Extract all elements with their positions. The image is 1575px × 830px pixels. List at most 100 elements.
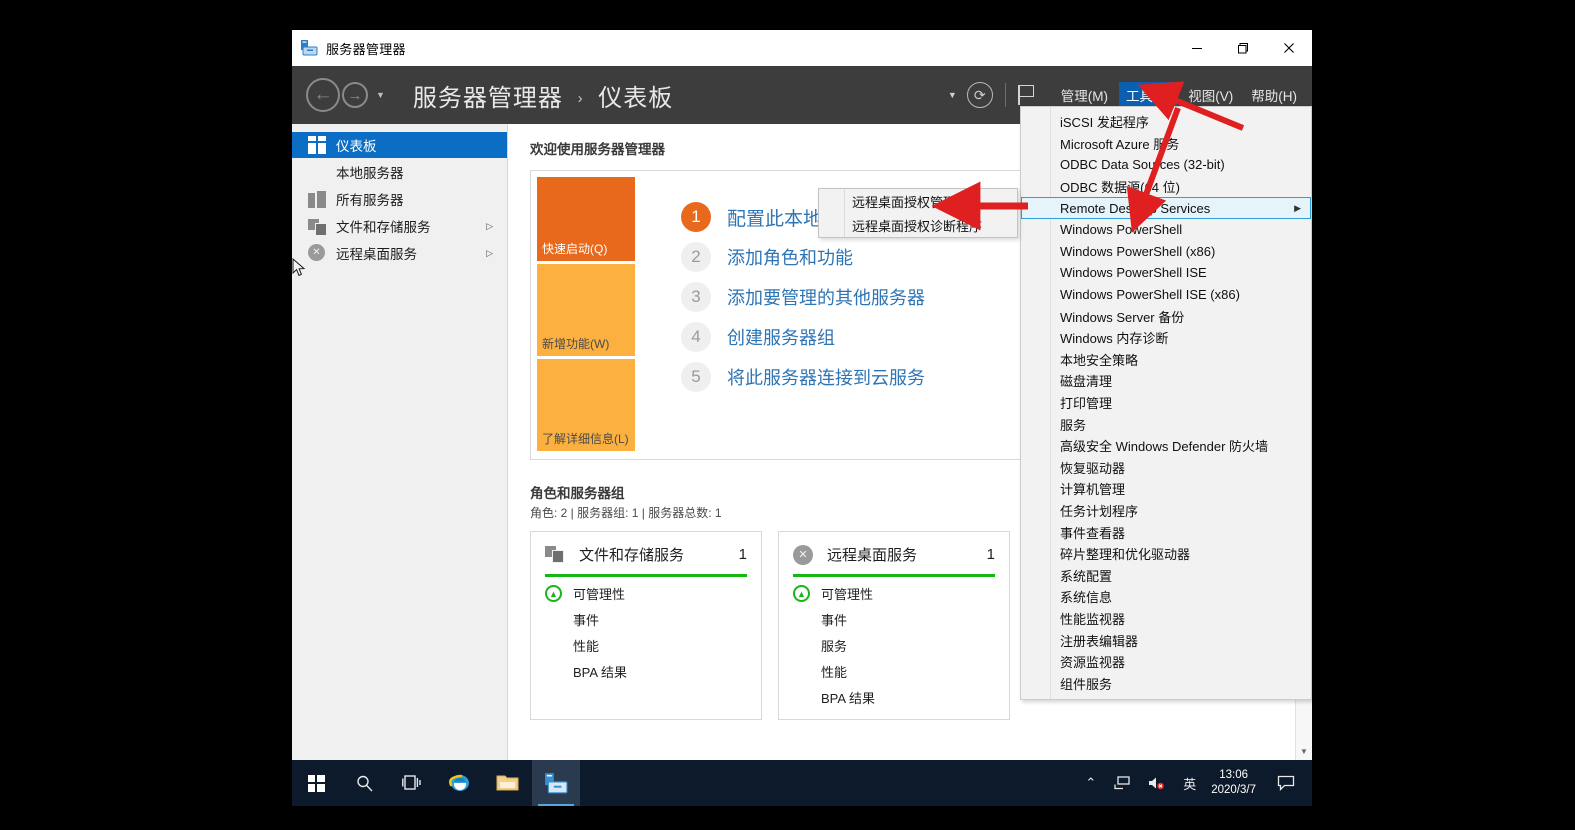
step-label[interactable]: 创建服务器组 — [727, 324, 835, 350]
back-arrow-icon[interactable]: ← — [306, 78, 340, 112]
tools-menu-item[interactable]: Windows PowerShell — [1021, 219, 1311, 241]
tile-label: 了解详细信息(L) — [542, 430, 629, 447]
chevron-down-icon[interactable]: ▼ — [376, 90, 385, 100]
step-label[interactable]: 添加角色和功能 — [727, 244, 853, 270]
sidebar-item-all-servers[interactable]: 所有服务器 — [292, 186, 507, 212]
tools-menu-item[interactable]: 高级安全 Windows Defender 防火墙 — [1021, 435, 1311, 457]
role-card-file-and-storage-services[interactable]: 文件和存储服务 1 ▲ 可管理性 事件 — [530, 531, 762, 720]
speaker-muted-icon[interactable] — [1148, 776, 1165, 790]
close-button[interactable] — [1266, 30, 1312, 66]
internet-explorer-button[interactable] — [436, 760, 484, 806]
tools-menu-item[interactable]: Windows PowerShell ISE (x86) — [1021, 284, 1311, 306]
tools-menu-item[interactable]: Windows PowerShell (x86) — [1021, 241, 1311, 263]
chevron-right-icon[interactable]: ▷ — [486, 221, 493, 232]
restore-button[interactable] — [1220, 30, 1266, 66]
ime-language-icon[interactable]: 英 — [1183, 774, 1196, 793]
toolbar-chevron-down-icon[interactable]: ▼ — [948, 90, 957, 100]
flag-icon[interactable] — [1018, 85, 1036, 105]
file-explorer-button[interactable] — [484, 760, 532, 806]
tools-menu-item[interactable]: Microsoft Azure 服务 — [1021, 133, 1311, 155]
role-row-manageability[interactable]: ▲ 可管理性 — [531, 577, 761, 603]
tools-menu-item-label: 服务 — [1060, 415, 1086, 434]
role-row-bpa-results[interactable]: BPA 结果 — [779, 681, 1009, 707]
minimize-button[interactable] — [1174, 30, 1220, 66]
tools-menu-item[interactable]: 本地安全策略 — [1021, 349, 1311, 371]
tile-whats-new[interactable]: 新增功能(W) — [537, 264, 635, 356]
tile-learn-more[interactable]: 了解详细信息(L) — [537, 359, 635, 451]
tile-label: 快速启动(Q) — [542, 240, 607, 257]
tools-menu-item[interactable]: 系统配置 — [1021, 564, 1311, 586]
submenu-item-label: 远程桌面授权管理器 — [852, 192, 969, 211]
submenu-item-rd-licensing-diagnoser[interactable]: 远程桌面授权诊断程序 — [819, 213, 1017, 237]
tools-menu-item-label: 注册表编辑器 — [1060, 631, 1138, 650]
role-row-events[interactable]: 事件 — [779, 603, 1009, 629]
step-label[interactable]: 添加要管理的其他服务器 — [727, 284, 925, 310]
tools-menu-item[interactable]: 注册表编辑器 — [1021, 629, 1311, 651]
tools-menu-item[interactable]: ODBC 数据源(64 位) — [1021, 176, 1311, 198]
refresh-icon[interactable]: ⟳ — [967, 82, 993, 108]
tools-menu-item[interactable]: 性能监视器 — [1021, 608, 1311, 630]
step-number: 1 — [681, 202, 711, 232]
task-view-icon — [402, 774, 422, 792]
menu-view[interactable]: 视图(V) — [1181, 82, 1240, 108]
tile-quick-start[interactable]: 快速启动(Q) — [537, 177, 635, 261]
role-row-bpa-results[interactable]: BPA 结果 — [531, 655, 761, 681]
tools-menu-item[interactable]: ODBC Data Sources (32-bit) — [1021, 154, 1311, 176]
notification-icon[interactable] — [1277, 775, 1295, 791]
taskbar-search-button[interactable] — [340, 760, 388, 806]
tools-menu-item[interactable]: 系统信息 — [1021, 586, 1311, 608]
sidebar-item-local-server[interactable]: 本地服务器 — [292, 159, 507, 185]
tools-menu-item[interactable]: Remote Desktop Services▶ — [1021, 197, 1311, 219]
role-row-performance[interactable]: 性能 — [779, 655, 1009, 681]
tools-menu-item[interactable]: iSCSI 发起程序 — [1021, 111, 1311, 133]
tools-menu-list: iSCSI 发起程序Microsoft Azure 服务ODBC Data So… — [1021, 107, 1311, 694]
tools-menu-item[interactable]: 事件查看器 — [1021, 521, 1311, 543]
scroll-down-arrow-icon[interactable]: ▼ — [1296, 743, 1312, 760]
tools-menu-item[interactable]: Windows 内存诊断 — [1021, 327, 1311, 349]
forward-arrow-icon[interactable]: → — [342, 82, 368, 108]
tools-menu-item[interactable]: 组件服务 — [1021, 672, 1311, 694]
taskbar: ⌃ 英 13:06 2020/3/7 — [292, 760, 1312, 806]
tools-menu-item-label: 本地安全策略 — [1060, 350, 1138, 369]
step-label[interactable]: 将此服务器连接到云服务 — [727, 364, 925, 390]
chevron-up-icon[interactable]: ⌃ — [1085, 775, 1096, 791]
server-manager-icon — [544, 772, 568, 794]
taskbar-clock[interactable]: 13:06 2020/3/7 — [1211, 768, 1256, 798]
sidebar-item-dashboard[interactable]: 仪表板 — [292, 132, 507, 158]
tools-menu-item-label: Windows 内存诊断 — [1060, 328, 1168, 347]
role-row-services[interactable]: 服务 — [779, 629, 1009, 655]
server-manager-taskbar-button[interactable] — [532, 760, 580, 806]
role-row-manageability[interactable]: ▲ 可管理性 — [779, 577, 1009, 603]
status-ok-icon: ▲ — [793, 585, 810, 602]
tools-menu-item[interactable]: 资源监视器 — [1021, 651, 1311, 673]
tools-menu-item[interactable]: 恢复驱动器 — [1021, 457, 1311, 479]
windows-start-icon — [308, 775, 325, 792]
menu-help[interactable]: 帮助(H) — [1244, 82, 1304, 108]
role-row-events[interactable]: 事件 — [531, 603, 761, 629]
tools-menu-item[interactable]: 磁盘清理 — [1021, 370, 1311, 392]
tools-menu-item[interactable]: 任务计划程序 — [1021, 500, 1311, 522]
breadcrumb-leaf[interactable]: 仪表板 — [598, 85, 673, 112]
tools-menu-item-label: 系统信息 — [1060, 587, 1112, 606]
tools-menu-item[interactable]: 服务 — [1021, 413, 1311, 435]
tools-menu-item[interactable]: Windows PowerShell ISE — [1021, 262, 1311, 284]
chevron-right-icon[interactable]: ▷ — [486, 248, 493, 259]
remote-desktop-icon: ✕ — [308, 244, 326, 262]
network-icon[interactable] — [1114, 776, 1130, 790]
task-view-button[interactable] — [388, 760, 436, 806]
role-row-performance[interactable]: 性能 — [531, 629, 761, 655]
tools-menu-item[interactable]: 碎片整理和优化驱动器 — [1021, 543, 1311, 565]
role-row-label: 性能 — [821, 662, 847, 681]
tools-menu-item[interactable]: 打印管理 — [1021, 392, 1311, 414]
submenu-item-rd-licensing-manager[interactable]: 远程桌面授权管理器 — [819, 189, 1017, 213]
breadcrumb-root[interactable]: 服务器管理器 — [413, 85, 563, 112]
sidebar-item-file-and-storage-services[interactable]: 文件和存储服务 ▷ — [292, 213, 507, 239]
role-card-remote-desktop-services[interactable]: ✕ 远程桌面服务 1 ▲ 可管理性 事件 — [778, 531, 1010, 720]
tools-menu-item[interactable]: Windows Server 备份 — [1021, 305, 1311, 327]
menu-tools[interactable]: 工具(T) — [1119, 82, 1177, 108]
sidebar-item-remote-desktop-services[interactable]: ✕ 远程桌面服务 ▷ — [292, 240, 507, 266]
step-number: 2 — [681, 242, 711, 272]
tools-menu-item[interactable]: 计算机管理 — [1021, 478, 1311, 500]
start-button[interactable] — [292, 760, 340, 806]
menu-manage[interactable]: 管理(M) — [1054, 82, 1115, 108]
